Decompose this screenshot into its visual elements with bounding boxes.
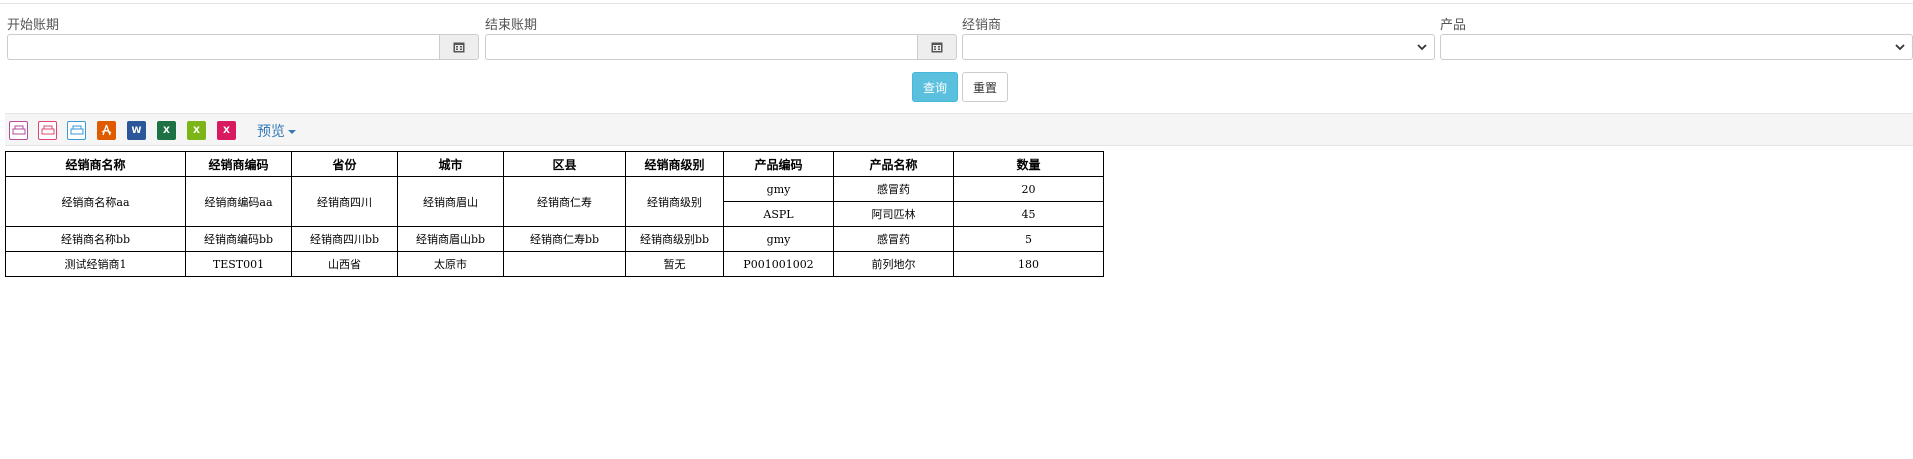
- query-button[interactable]: 查询: [912, 72, 958, 102]
- start-period-group: [7, 34, 479, 60]
- table-header-row: 经销商名称 经销商编码 省份 城市 区县 经销商级别 产品编码 产品名称 数量: [5, 151, 1104, 177]
- cell-city: 太原市: [397, 251, 504, 277]
- cell-quantity: 180: [953, 251, 1104, 277]
- chevron-down-icon: [1895, 44, 1905, 51]
- header-dealer-code: 经销商编码: [185, 151, 292, 177]
- export-pdf-icon[interactable]: [97, 121, 116, 140]
- caret-down-icon: [288, 130, 296, 134]
- reset-button[interactable]: 重置: [962, 72, 1008, 102]
- header-product-code: 产品编码: [723, 151, 834, 177]
- cell-dealer-level: 暂无: [625, 251, 724, 277]
- header-quantity: 数量: [953, 151, 1104, 177]
- report-toolbar: W X X X 预览: [5, 113, 1913, 146]
- start-period-calendar-button[interactable]: [439, 34, 479, 60]
- cell-dealer-code: 经销商编码bb: [185, 226, 292, 252]
- pdf-glyph: [101, 124, 112, 136]
- cell-product-code: gmy: [723, 226, 834, 252]
- header-province: 省份: [291, 151, 398, 177]
- table-row: 经销商名称aa 经销商编码aa 经销商四川 经销商眉山 经销商仁寿 经销商级别 …: [5, 176, 1104, 227]
- cell-district: 经销商仁寿bb: [503, 226, 626, 252]
- cell-province: 经销商四川: [291, 176, 398, 227]
- header-district: 区县: [503, 151, 626, 177]
- cell-product-name: 感冒药: [833, 226, 954, 252]
- cell-dealer-name: 经销商名称aa: [5, 176, 186, 227]
- cell-quantity: 5: [953, 226, 1104, 252]
- table-row: 经销商名称bb 经销商编码bb 经销商四川bb 经销商眉山bb 经销商仁寿bb …: [5, 226, 1104, 252]
- cell-dealer-level: 经销商级别bb: [625, 226, 724, 252]
- end-period-input[interactable]: [485, 34, 917, 60]
- export-excel-alt-icon[interactable]: X: [187, 121, 206, 140]
- dealer-select[interactable]: [962, 34, 1435, 60]
- cell-dealer-name: 经销商名称bb: [5, 226, 186, 252]
- report-table: 经销商名称 经销商编码 省份 城市 区县 经销商级别 产品编码 产品名称 数量 …: [5, 151, 1104, 277]
- printer-glyph: [41, 125, 54, 134]
- cell-province: 山西省: [291, 251, 398, 277]
- cell-city: 经销商眉山bb: [397, 226, 504, 252]
- start-period-input[interactable]: [7, 34, 439, 60]
- end-period-group: [485, 34, 957, 60]
- header-city: 城市: [397, 151, 504, 177]
- print-pdf-icon[interactable]: [38, 121, 57, 140]
- calendar-icon: [453, 42, 465, 53]
- dealer-label: 经销商: [962, 18, 1002, 33]
- end-period-label: 结束账期: [485, 18, 538, 33]
- printer-glyph: [70, 125, 83, 134]
- table-row: 测试经销商1 TEST001 山西省 太原市 暂无 P001001002 前列地…: [5, 251, 1104, 277]
- calendar-icon: [931, 42, 943, 53]
- start-period-label: 开始账期: [7, 18, 60, 33]
- cell-district: [503, 251, 626, 277]
- cell-product-code: ASPL: [723, 201, 834, 227]
- cell-product-code: gmy: [723, 176, 834, 202]
- header-product-name: 产品名称: [833, 151, 954, 177]
- preview-label: 预览: [257, 124, 285, 140]
- cell-product-name: 前列地尔: [833, 251, 954, 277]
- export-word-icon[interactable]: W: [127, 121, 146, 140]
- print-preview-icon[interactable]: [67, 121, 86, 140]
- cell-dealer-level: 经销商级别: [625, 176, 724, 227]
- chevron-down-icon: [1417, 44, 1427, 51]
- cell-quantity: 45: [953, 201, 1104, 227]
- cell-product-code: P001001002: [723, 251, 834, 277]
- header-dealer-name: 经销商名称: [5, 151, 186, 177]
- cell-district: 经销商仁寿: [503, 176, 626, 227]
- cell-product-name: 感冒药: [833, 176, 954, 202]
- top-divider: [0, 0, 1913, 4]
- product-select[interactable]: [1440, 34, 1913, 60]
- cell-product-name: 阿司匹林: [833, 201, 954, 227]
- export-excel-icon[interactable]: X: [157, 121, 176, 140]
- header-dealer-level: 经销商级别: [625, 151, 724, 177]
- preview-dropdown[interactable]: 预览: [257, 121, 296, 141]
- end-period-calendar-button[interactable]: [917, 34, 957, 60]
- cell-city: 经销商眉山: [397, 176, 504, 227]
- print-icon[interactable]: [9, 121, 28, 140]
- export-excel-data-icon[interactable]: X: [217, 121, 236, 140]
- cell-dealer-code: TEST001: [185, 251, 292, 277]
- printer-glyph: [12, 125, 25, 134]
- cell-quantity: 20: [953, 176, 1104, 202]
- cell-province: 经销商四川bb: [291, 226, 398, 252]
- cell-dealer-code: 经销商编码aa: [185, 176, 292, 227]
- product-label: 产品: [1440, 18, 1467, 33]
- cell-dealer-name: 测试经销商1: [5, 251, 186, 277]
